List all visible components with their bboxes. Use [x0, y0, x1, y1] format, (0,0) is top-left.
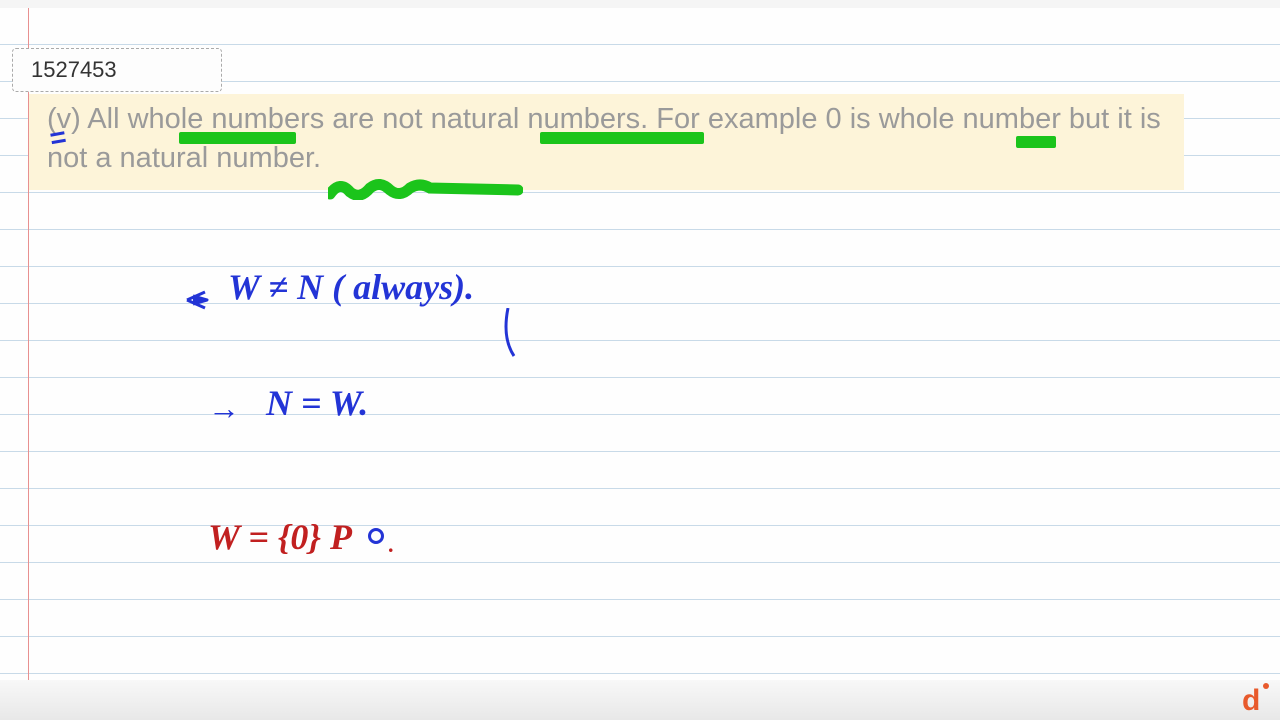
question-id-box: 1527453: [12, 48, 222, 92]
handwriting-line-2: N = W.: [266, 382, 368, 424]
handwriting-line-3: W = {0} P: [208, 516, 352, 558]
handwriting-line-1-text: W ≠ N ( always).: [228, 267, 474, 307]
green-underline-3: [1016, 136, 1056, 148]
arrow-text: →: [208, 390, 240, 426]
dot-text: .: [388, 532, 394, 557]
handwriting-line-3-text: W = {0} P: [208, 517, 352, 557]
question-id: 1527453: [31, 57, 117, 82]
green-underline-2: [540, 132, 704, 144]
handwriting-line-1: W ≠ N ( always).: [228, 266, 474, 308]
cursor-circle-icon: [368, 528, 384, 544]
notebook-paper: 1527453 (v) All whole numbers are not na…: [0, 8, 1280, 680]
doubtnut-logo-icon: d: [1236, 680, 1272, 716]
bullet-arrow-icon: [183, 286, 211, 314]
logo-letter: d: [1242, 684, 1260, 716]
green-squiggle: [328, 178, 523, 200]
arrow-icon: →: [208, 390, 240, 427]
always-tail: [500, 308, 520, 363]
handwriting-line-2-text: N = W.: [266, 383, 368, 423]
handwriting-line-3-dot: .: [388, 532, 394, 558]
bottom-bar: [0, 680, 1280, 720]
green-underline-1: [179, 132, 296, 144]
